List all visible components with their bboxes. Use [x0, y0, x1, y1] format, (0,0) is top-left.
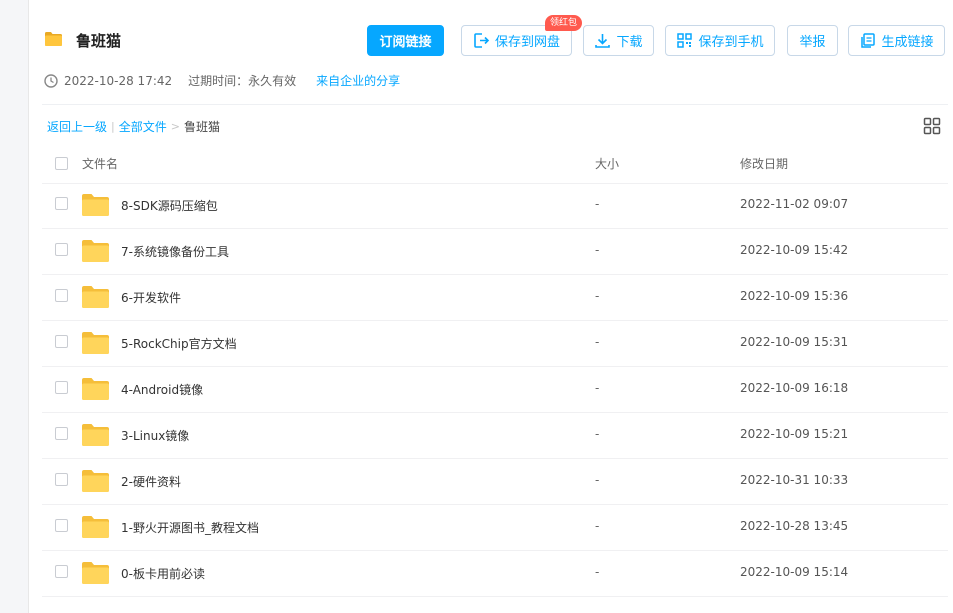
row-checkbox[interactable] — [55, 473, 68, 486]
breadcrumb-back-link[interactable]: 返回上一级 — [47, 118, 107, 135]
generate-link-button[interactable]: 生成链接 — [848, 25, 945, 56]
report-button[interactable]: 举报 — [787, 25, 838, 56]
share-header: 鲁班猫 订阅链接 保存到网盘 领红包 下载 保存到手机 举报 生成链接 2022… — [29, 0, 953, 105]
table-row[interactable]: 1-野火开源图书_教程文档 - 2022-10-28 13:45 — [42, 505, 948, 551]
folder-icon — [82, 424, 109, 446]
file-size: - — [595, 565, 600, 579]
row-checkbox[interactable] — [55, 519, 68, 532]
folder-icon — [82, 378, 109, 400]
clock-icon — [44, 73, 58, 88]
header-divider — [42, 104, 948, 105]
table-row[interactable]: 6-开发软件 - 2022-10-09 15:36 — [42, 275, 948, 321]
file-date: 2022-10-09 16:18 — [740, 381, 849, 395]
row-checkbox[interactable] — [55, 565, 68, 578]
page-title: 鲁班猫 — [76, 32, 122, 50]
file-name[interactable]: 7-系统镜像备份工具 — [121, 243, 229, 260]
download-icon — [595, 34, 611, 48]
folder-icon — [82, 194, 109, 216]
file-date: 2022-10-09 15:31 — [740, 335, 849, 349]
file-name[interactable]: 5-RockChip官方文档 — [121, 335, 237, 352]
file-size: - — [595, 519, 600, 533]
subscribe-label: 订阅链接 — [379, 35, 432, 50]
table-row[interactable]: 4-Android镜像 - 2022-10-09 16:18 — [42, 367, 948, 413]
file-name[interactable]: 3-Linux镜像 — [121, 427, 189, 444]
save-to-disk-label: 保存到网盘 — [494, 35, 560, 50]
download-label: 下载 — [616, 35, 643, 50]
breadcrumb-current: 鲁班猫 — [183, 120, 220, 134]
table-header: 文件名 大小 修改日期 — [42, 145, 948, 184]
report-label: 举报 — [799, 35, 826, 50]
file-date: 2022-10-09 15:42 — [740, 243, 849, 257]
breadcrumb-separator: | — [111, 120, 115, 133]
share-panel: 鲁班猫 订阅链接 保存到网盘 领红包 下载 保存到手机 举报 生成链接 2022… — [28, 0, 953, 613]
save-to-disk-icon — [474, 33, 490, 48]
table-row[interactable]: 7-系统镜像备份工具 - 2022-10-09 15:42 — [42, 229, 948, 275]
file-date: 2022-10-09 15:36 — [740, 289, 849, 303]
file-size: - — [595, 243, 600, 257]
file-date: 2022-10-09 15:14 — [740, 565, 849, 579]
row-checkbox[interactable] — [55, 381, 68, 394]
file-name[interactable]: 6-开发软件 — [121, 289, 181, 306]
breadcrumb-chevron: > — [170, 120, 180, 133]
file-name[interactable]: 2-硬件资料 — [121, 473, 181, 490]
red-packet-badge: 领红包 — [545, 15, 583, 31]
qr-code-icon — [677, 33, 693, 48]
save-to-phone-button[interactable]: 保存到手机 — [665, 25, 775, 56]
table-row[interactable]: 8-SDK源码压缩包 - 2022-11-02 09:07 — [42, 183, 948, 229]
folder-icon — [82, 332, 109, 354]
save-to-phone-label: 保存到手机 — [698, 35, 764, 50]
expire-time: 过期时间：永久有效 — [188, 74, 297, 88]
share-meta: 2022-10-28 17:42 过期时间：永久有效 来自企业的分享 — [44, 72, 400, 89]
file-size: - — [595, 381, 600, 395]
share-date: 2022-10-28 17:42 — [64, 73, 173, 88]
column-date[interactable]: 修改日期 — [740, 155, 788, 172]
file-date: 2022-10-28 13:45 — [740, 519, 849, 533]
folder-icon — [82, 286, 109, 308]
generate-link-label: 生成链接 — [881, 35, 934, 50]
table-row[interactable]: 0-板卡用前必读 - 2022-10-09 15:14 — [42, 551, 948, 597]
file-date: 2022-10-31 10:33 — [740, 473, 849, 487]
subscribe-button[interactable]: 订阅链接 — [367, 25, 444, 56]
file-size: - — [595, 289, 600, 303]
file-name[interactable]: 0-板卡用前必读 — [121, 565, 205, 582]
share-source-link[interactable]: 来自企业的分享 — [316, 72, 400, 89]
table-row[interactable]: 3-Linux镜像 - 2022-10-09 15:21 — [42, 413, 948, 459]
row-checkbox[interactable] — [55, 335, 68, 348]
folder-icon — [82, 240, 109, 262]
file-list: 8-SDK源码压缩包 - 2022-11-02 09:07 7-系统镜像备份工具… — [42, 183, 948, 597]
row-checkbox[interactable] — [55, 427, 68, 440]
table-row[interactable]: 5-RockChip官方文档 - 2022-10-09 15:31 — [42, 321, 948, 367]
file-name[interactable]: 1-野火开源图书_教程文档 — [121, 519, 259, 536]
folder-icon — [82, 516, 109, 538]
row-checkbox[interactable] — [55, 289, 68, 302]
grid-view-icon[interactable] — [923, 117, 941, 135]
folder-icon — [82, 470, 109, 492]
copy-icon — [861, 33, 876, 48]
file-name[interactable]: 4-Android镜像 — [121, 381, 203, 398]
file-size: - — [595, 473, 600, 487]
folder-icon — [82, 562, 109, 584]
select-all-checkbox[interactable] — [55, 157, 68, 170]
file-size: - — [595, 197, 600, 211]
breadcrumb-all-files-link[interactable]: 全部文件 — [119, 118, 167, 135]
file-size: - — [595, 427, 600, 441]
download-button[interactable]: 下载 — [583, 25, 654, 56]
breadcrumb: 返回上一级 | 全部文件 > 鲁班猫 — [47, 118, 220, 135]
folder-icon — [45, 32, 62, 46]
row-checkbox[interactable] — [55, 243, 68, 256]
file-date: 2022-11-02 09:07 — [740, 197, 849, 211]
row-checkbox[interactable] — [55, 197, 68, 210]
file-name[interactable]: 8-SDK源码压缩包 — [121, 197, 218, 214]
column-size[interactable]: 大小 — [595, 155, 619, 172]
file-size: - — [595, 335, 600, 349]
table-row[interactable]: 2-硬件资料 - 2022-10-31 10:33 — [42, 459, 948, 505]
file-date: 2022-10-09 15:21 — [740, 427, 849, 441]
column-name[interactable]: 文件名 — [82, 155, 118, 172]
